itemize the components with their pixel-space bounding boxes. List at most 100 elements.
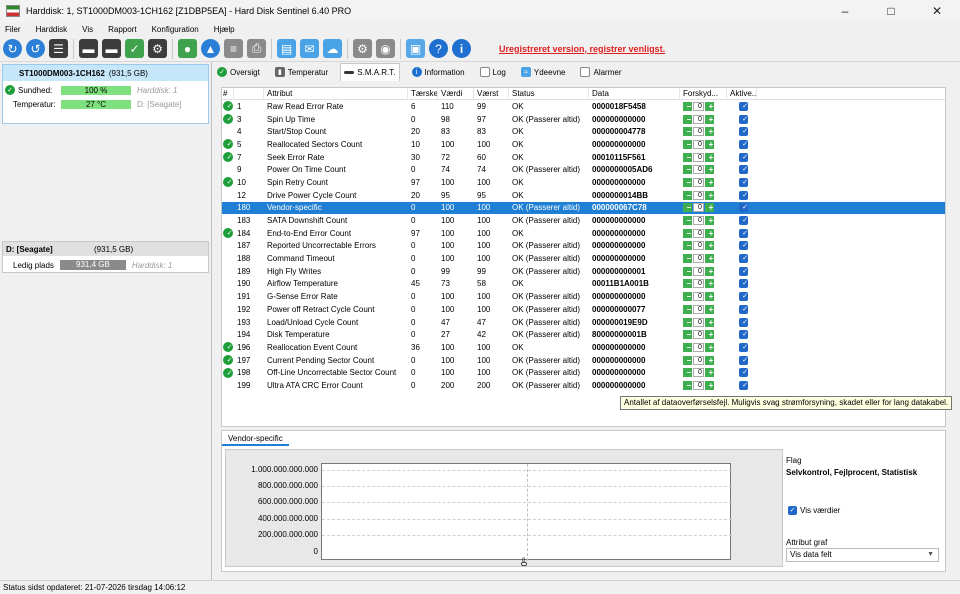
checkbox-checked-icon[interactable]: ✓	[788, 506, 797, 515]
plus-icon[interactable]: +	[705, 254, 714, 264]
offset-value[interactable]: 0	[693, 355, 704, 365]
tab-oversigt[interactable]: ✓ Oversigt	[214, 63, 263, 81]
menu-rapport[interactable]: Rapport	[108, 25, 136, 34]
table-row[interactable]: ✓ 197 Current Pending Sector Count 0 100 100 O…	[222, 354, 945, 367]
checkbox-checked-icon[interactable]: ✓	[739, 114, 748, 124]
printer-icon[interactable]: ⎙	[247, 39, 266, 58]
offset-value[interactable]: 0	[693, 216, 704, 226]
minus-icon[interactable]: –	[683, 177, 692, 187]
col-data-header[interactable]: Data	[589, 87, 680, 100]
active-checkbox[interactable]: ✓	[727, 177, 757, 187]
table-row[interactable]: 180 Vendor-specific 0 100 100 OK (Passerer al…	[222, 201, 945, 215]
active-checkbox[interactable]: ✓	[727, 127, 757, 137]
table-row[interactable]: ✓ 196 Reallocation Event Count 36 100 100 OK 00…	[222, 341, 945, 354]
checkbox-checked-icon[interactable]: ✓	[739, 216, 748, 226]
plus-icon[interactable]: +	[705, 342, 714, 352]
offset-value[interactable]: 0	[693, 190, 704, 200]
minus-icon[interactable]: –	[683, 228, 692, 238]
table-row[interactable]: ✓ 5 Reallocated Sectors Count 10 100 100 OK 000…	[222, 138, 945, 151]
checkbox-checked-icon[interactable]: ✓	[739, 317, 748, 327]
minus-icon[interactable]: –	[683, 241, 692, 251]
offset-value[interactable]: 0	[693, 241, 704, 251]
offset-value[interactable]: 0	[693, 165, 704, 175]
checkbox-checked-icon[interactable]: ✓	[739, 279, 748, 289]
minus-icon[interactable]: –	[683, 203, 692, 213]
eject-icon[interactable]: ▲	[201, 39, 220, 58]
menu-hjaelp[interactable]: Hjælp	[214, 25, 235, 34]
minus-icon[interactable]: –	[683, 101, 692, 111]
offset-value[interactable]: 0	[693, 101, 704, 111]
offset-value[interactable]: 0	[693, 152, 704, 162]
active-checkbox[interactable]: ✓	[727, 241, 757, 251]
plus-icon[interactable]: +	[705, 292, 714, 302]
active-checkbox[interactable]: ✓	[727, 342, 757, 352]
tab-ydeevne[interactable]: ≈ Ydeevne	[518, 63, 569, 81]
table-row[interactable]: 183 SATA Downshift Count 0 100 100 OK (Passer…	[222, 214, 945, 227]
minus-icon[interactable]: –	[683, 355, 692, 365]
plus-icon[interactable]: +	[705, 266, 714, 276]
plus-icon[interactable]: +	[705, 380, 714, 390]
active-checkbox[interactable]: ✓	[727, 254, 757, 264]
checkbox-checked-icon[interactable]: ✓	[739, 177, 748, 187]
menu-konfiguration[interactable]: Konfiguration	[152, 25, 199, 34]
checkbox-checked-icon[interactable]: ✓	[739, 292, 748, 302]
checkbox-checked-icon[interactable]: ✓	[739, 190, 748, 200]
plus-icon[interactable]: +	[705, 317, 714, 327]
minimize-button[interactable]: –	[822, 0, 868, 22]
active-checkbox[interactable]: ✓	[727, 228, 757, 238]
report-icon[interactable]: ▤	[277, 39, 296, 58]
col-value-header[interactable]: Værdi	[438, 87, 474, 100]
plus-icon[interactable]: +	[705, 355, 714, 365]
active-checkbox[interactable]: ✓	[727, 368, 757, 378]
checkbox-checked-icon[interactable]: ✓	[739, 368, 748, 378]
table-row[interactable]: 193 Load/Unload Cycle Count 0 47 47 OK (Passe…	[222, 316, 945, 329]
minus-icon[interactable]: –	[683, 216, 692, 226]
plus-icon[interactable]: +	[705, 279, 714, 289]
network-icon[interactable]: ≡	[224, 39, 243, 58]
plus-icon[interactable]: +	[705, 152, 714, 162]
offset-value[interactable]: 0	[693, 330, 704, 340]
active-checkbox[interactable]: ✓	[727, 152, 757, 162]
offset-value[interactable]: 0	[693, 177, 704, 187]
plus-icon[interactable]: +	[705, 101, 714, 111]
plus-icon[interactable]: +	[705, 241, 714, 251]
active-checkbox[interactable]: ✓	[727, 139, 757, 149]
table-row[interactable]: 191 G-Sense Error Rate 0 100 100 OK (Passerer…	[222, 290, 945, 303]
plus-icon[interactable]: +	[705, 165, 714, 175]
active-checkbox[interactable]: ✓	[727, 355, 757, 365]
table-row[interactable]: ✓ 184 End-to-End Error Count 97 100 100 OK 0000…	[222, 227, 945, 240]
minus-icon[interactable]: –	[683, 380, 692, 390]
minus-icon[interactable]: –	[683, 317, 692, 327]
table-row[interactable]: 4 Start/Stop Count 20 83 83 OK 000000004778 –0 +…	[222, 125, 945, 138]
checkbox-checked-icon[interactable]: ✓	[739, 380, 748, 390]
active-checkbox[interactable]: ✓	[727, 266, 757, 276]
disk-list-icon[interactable]: ☰	[49, 39, 68, 58]
checkbox-checked-icon[interactable]: ✓	[739, 101, 748, 111]
col-num-header[interactable]: #	[222, 87, 234, 100]
offset-value[interactable]: 0	[693, 266, 704, 276]
refresh-all-icon[interactable]: ↺	[26, 39, 45, 58]
active-checkbox[interactable]: ✓	[727, 101, 757, 111]
minus-icon[interactable]: –	[683, 368, 692, 378]
minus-icon[interactable]: –	[683, 114, 692, 124]
minus-icon[interactable]: –	[683, 279, 692, 289]
minus-icon[interactable]: –	[683, 330, 692, 340]
disk-panel[interactable]: ST1000DM003-1CH162 (931,5 GB) ✓ Sundhed:…	[2, 64, 209, 124]
plus-icon[interactable]: +	[705, 139, 714, 149]
active-checkbox[interactable]: ✓	[727, 330, 757, 340]
offset-value[interactable]: 0	[693, 127, 704, 137]
active-checkbox[interactable]: ✓	[727, 165, 757, 175]
table-row[interactable]: ✓ 1 Raw Read Error Rate 6 110 99 OK 0000018F545…	[222, 100, 945, 113]
checkbox-checked-icon[interactable]: ✓	[739, 139, 748, 149]
active-checkbox[interactable]: ✓	[727, 279, 757, 289]
table-row[interactable]: 192 Power off Retract Cycle Count 0 100 100 O…	[222, 303, 945, 316]
table-row[interactable]: 189 High Fly Writes 0 99 99 OK (Passerer alti…	[222, 265, 945, 278]
checkbox-checked-icon[interactable]: ✓	[739, 342, 748, 352]
disk-surface-icon[interactable]: ▬	[102, 39, 121, 58]
minus-icon[interactable]: –	[683, 139, 692, 149]
plus-icon[interactable]: +	[705, 190, 714, 200]
offset-value[interactable]: 0	[693, 254, 704, 264]
plus-icon[interactable]: +	[705, 304, 714, 314]
plus-icon[interactable]: +	[705, 368, 714, 378]
minus-icon[interactable]: –	[683, 342, 692, 352]
